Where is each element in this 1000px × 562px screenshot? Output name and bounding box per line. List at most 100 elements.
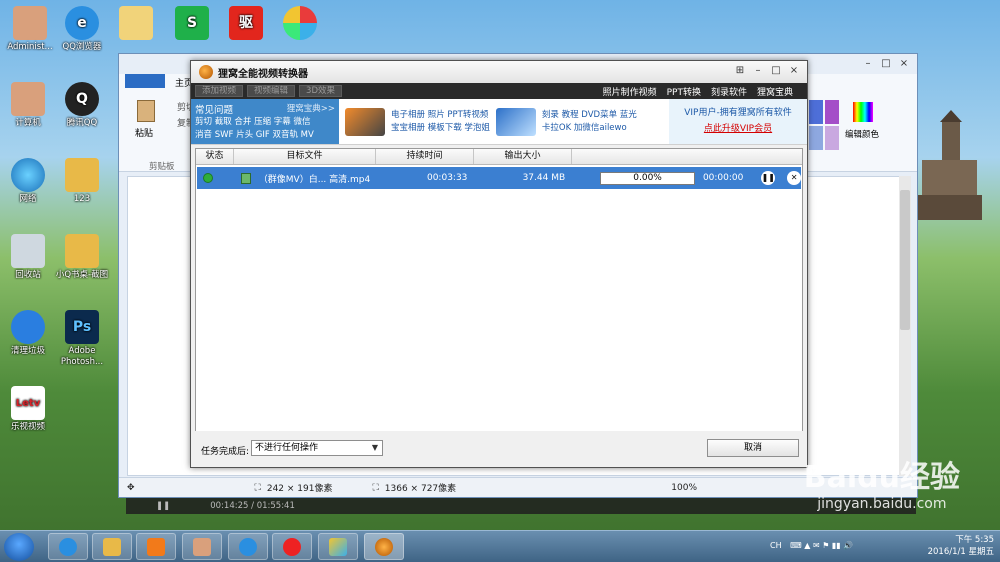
after-task-label: 任务完成后:	[201, 447, 250, 457]
promo-dvd[interactable]: 刻录 教程 DVD菜单 蓝光 卡拉OK 加微信ailewo	[490, 99, 637, 144]
photoshop-icon: Ps	[65, 310, 99, 344]
promo-ppt-line2[interactable]: 宝宝相册 模板下载 学泡姐	[391, 122, 490, 135]
3d-effects-button[interactable]: 3D效果	[299, 85, 342, 97]
baidu-brand: Baidu经验	[803, 460, 960, 495]
remove-button[interactable]: ✕	[787, 171, 801, 185]
table-row[interactable]: （群像MV）白... 高清.mp4 00:03:33 37.44 MB 0.00…	[197, 167, 801, 189]
baidu-url: jingyan.baidu.com	[817, 496, 947, 512]
promo-ppt[interactable]: 电子相册 照片 PPT转视频 宝宝相册 模板下载 学泡姐	[339, 99, 490, 144]
row-progress-bar: 0.00%	[600, 171, 695, 185]
image-size: 1366 × 727像素	[384, 484, 457, 494]
desktop-icon-clover[interactable]	[270, 6, 330, 42]
start-button[interactable]	[4, 533, 34, 561]
maximize-button[interactable]: □	[879, 57, 893, 71]
taskbar-qq-browser[interactable]	[228, 533, 268, 560]
taskbar-video-player[interactable]	[272, 533, 312, 560]
paint-icon	[329, 537, 347, 556]
move-icon: ✥	[127, 482, 135, 493]
promo-dvd-line1[interactable]: 刻录 教程 DVD菜单 蓝光	[542, 109, 637, 122]
maximize-button[interactable]: □	[769, 64, 783, 78]
folder-icon	[65, 234, 99, 268]
paste-icon	[137, 100, 155, 122]
desktop-icon-driver[interactable]: 驱	[216, 6, 276, 42]
cancel-button[interactable]: 取消	[707, 439, 799, 457]
video-edit-button[interactable]: 视频编辑	[247, 85, 296, 97]
row-output-size: 37.44 MB	[522, 173, 566, 183]
taskbar-photo[interactable]	[182, 533, 222, 560]
desktop-icon-s-app[interactable]: S	[162, 6, 222, 42]
desktop-icon-recycle-bin[interactable]: 回收站	[0, 234, 58, 281]
desktop-icon-label: 回收站	[15, 270, 41, 280]
row-file-name: （群像MV）白... 高清.mp4	[258, 174, 371, 185]
taskbar-converter[interactable]	[364, 533, 404, 560]
faq-links-line1[interactable]: 剪切 截取 合并 压缩 字幕 微信	[195, 116, 335, 129]
taskbar-explorer[interactable]	[92, 533, 132, 560]
video-converter-window: 狸窝全能视频转换器 ⊞ – □ × 添加视频 视频编辑 3D效果 照片制作视频 …	[190, 60, 808, 468]
scrollbar-thumb[interactable]	[900, 190, 910, 330]
desktop-icon-keyboard[interactable]	[106, 6, 166, 42]
play-pause-icon[interactable]: ❚❚	[156, 501, 170, 511]
tray-icons-glyphs[interactable]: ⌨ ▲ ✉ ⚑ ▮▮ 🔊	[790, 541, 853, 550]
color-swatch[interactable]	[809, 100, 823, 124]
faq-links-line2[interactable]: 消音 SWF 片头 GIF 双音轨 MV	[195, 129, 335, 142]
col-duration[interactable]: 持续时间	[376, 149, 474, 164]
letv-icon: Letv	[11, 386, 45, 420]
col-target-file[interactable]: 目标文件	[234, 149, 376, 164]
link-photo-to-video[interactable]: 照片制作视频	[603, 85, 657, 98]
promo-dvd-line2[interactable]: 卡拉OK 加微信ailewo	[542, 122, 637, 135]
media-player-icon	[147, 537, 165, 556]
minimize-button[interactable]: –	[751, 64, 765, 78]
link-burn-software[interactable]: 刻录软件	[711, 85, 747, 98]
desktop-icon-computer[interactable]: 计算机	[0, 82, 58, 129]
promo-ppt-line1[interactable]: 电子相册 照片 PPT转视频	[391, 109, 490, 122]
link-ppt-convert[interactable]: PPT转换	[667, 85, 701, 98]
desktop-icon-network[interactable]: 网络	[0, 158, 58, 205]
close-button[interactable]: ×	[787, 64, 801, 78]
baidu-watermark: Baidu经验 jingyan.baidu.com	[804, 452, 960, 512]
minimize-button[interactable]: –	[861, 57, 875, 71]
edit-colors-button[interactable]: 编辑颜色	[845, 128, 879, 140]
close-button[interactable]: ×	[897, 57, 911, 71]
keyboard-icon	[119, 6, 153, 40]
pause-button[interactable]: ❚❚	[761, 171, 776, 185]
desktop-icon-label: 乐视视频	[10, 422, 45, 432]
taskbar-ie[interactable]	[48, 533, 88, 560]
clock[interactable]: 下午 5:35 2016/1/1 星期五	[928, 534, 994, 558]
vip-panel: VIP用户-拥有狸窝所有软件 点此升级VIP会员	[669, 99, 807, 144]
taskbar: CH ⌨ ▲ ✉ ⚑ ▮▮ 🔊 下午 5:35 2016/1/1 星期五	[0, 530, 1000, 562]
skin-icon[interactable]: ⊞	[733, 64, 747, 78]
ribbon-file-menu-button[interactable]	[125, 74, 165, 88]
video-file-icon	[240, 172, 251, 184]
after-task-select[interactable]: 不进行任何操作 ▼	[251, 440, 383, 456]
user-photo-icon	[193, 537, 211, 556]
desktop-icon-xiaoq-screenshot[interactable]: 小Q书桌-截图	[52, 234, 112, 281]
col-output-size[interactable]: 输出大小	[474, 149, 572, 164]
desktop-icon-letv[interactable]: Letv 乐视视频	[0, 386, 58, 433]
link-liwo-guide[interactable]: 狸窝宝典	[757, 85, 793, 98]
vip-description: VIP用户-拥有狸窝所有软件	[684, 108, 792, 118]
taskbar-paint[interactable]	[318, 533, 358, 560]
desktop-icon-label: 计算机	[15, 118, 41, 128]
faq-more-link[interactable]: 狸窝宝典>>	[287, 102, 335, 114]
desktop-icon-label: 小Q书桌-截图	[55, 270, 109, 280]
taskbar-media[interactable]	[136, 533, 176, 560]
input-lang[interactable]: CH	[770, 541, 782, 550]
color-swatch[interactable]	[825, 126, 839, 150]
desktop-icon-administrator[interactable]: Administ...	[0, 6, 60, 53]
title-bar[interactable]: 狸窝全能视频转换器 ⊞ – □ ×	[191, 61, 807, 83]
color-swatch[interactable]	[809, 126, 823, 150]
color-swatch[interactable]	[825, 100, 839, 124]
add-video-button[interactable]: 添加视频	[195, 85, 244, 97]
vip-upgrade-link[interactable]: 点此升级VIP会员	[669, 121, 807, 134]
desktop-icon-clean[interactable]: 清理垃圾	[0, 310, 58, 357]
paste-button[interactable]: 粘贴	[135, 126, 153, 139]
chevron-down-icon[interactable]: ▼	[368, 441, 382, 455]
desktop-icon-qq-browser[interactable]: e QQ浏览器	[52, 6, 112, 53]
desktop-icon-folder-123[interactable]: 123	[52, 158, 112, 205]
desktop-icon-tencent-qq[interactable]: Q 腾讯QQ	[52, 82, 112, 129]
col-status[interactable]: 状态	[196, 149, 234, 164]
vertical-scrollbar[interactable]	[899, 176, 911, 476]
desktop-icon-photoshop[interactable]: Ps Adobe Photosh...	[52, 310, 112, 368]
selection-size: 242 × 191像素	[266, 484, 333, 494]
clover-app-icon	[283, 6, 317, 40]
